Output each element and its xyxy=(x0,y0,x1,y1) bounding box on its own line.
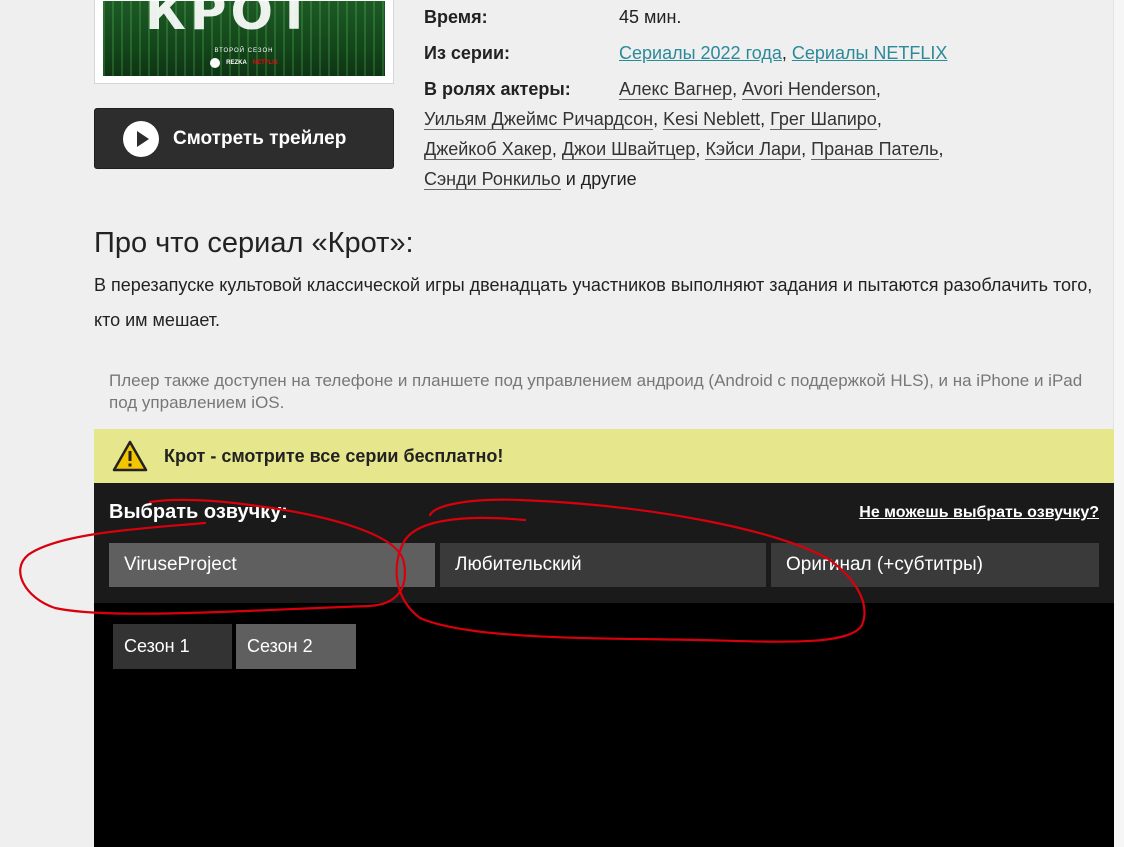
about-title: Про что сериал «Крот»: xyxy=(94,227,414,259)
season-tab-1[interactable]: Сезон 1 xyxy=(113,624,232,669)
poster-image: КРОТ ВТОРОЙ СЕЗОН REZKA NETFLIX xyxy=(103,1,385,76)
time-label: Время: xyxy=(424,7,488,27)
actor-link[interactable]: Avori Henderson xyxy=(742,79,876,100)
series-links: Сериалы 2022 года, Сериалы NETFLIX xyxy=(619,43,948,63)
warning-banner: Крот - смотрите все серии бесплатно! xyxy=(94,429,1114,483)
translator-option-amateur[interactable]: Любительский xyxy=(440,543,766,587)
actor-link[interactable]: Пранав Патель xyxy=(811,139,939,160)
about-text: В перезапуске культовой классической игр… xyxy=(94,275,1093,330)
actor-link[interactable]: Уильям Джеймс Ричардсон xyxy=(424,109,654,130)
actor-link[interactable]: Кэйси Лари xyxy=(705,139,802,160)
translator-option-original[interactable]: Оригинал (+субтитры) xyxy=(771,543,1099,587)
series-link-2022[interactable]: Сериалы 2022 года xyxy=(619,43,782,63)
actor-link[interactable]: Грег Шапиро xyxy=(770,109,877,130)
actors-line-2: Уильям Джеймс Ричардсон, Kesi Neblett, Г… xyxy=(424,109,882,130)
actor-link[interactable]: Джейкоб Хакер xyxy=(424,139,552,160)
poster-logo-netflix: NETFLIX xyxy=(252,60,278,66)
translator-help-link[interactable]: Не можешь выбрать озвучку? xyxy=(859,504,1099,522)
poster-logos: REZKA NETFLIX xyxy=(103,58,385,68)
actors-line-1: Алекс Вагнер, Avori Henderson, xyxy=(619,79,881,100)
actor-link[interactable]: Джои Швайтцер xyxy=(561,139,696,160)
actors-line-4: Сэнди Ронкильо и другие xyxy=(424,169,637,190)
play-icon xyxy=(123,120,159,157)
actors-line-3: Джейкоб Хакер, Джои Швайтцер, Кэйси Лари… xyxy=(424,139,944,160)
watch-trailer-label: Смотреть трейлер xyxy=(173,127,347,149)
translator-panel: Выбрать озвучку: Не можешь выбрать озвуч… xyxy=(94,483,1114,603)
actor-link[interactable]: Kesi Neblett xyxy=(663,109,761,130)
translator-title: Выбрать озвучку: xyxy=(109,501,288,523)
actor-link[interactable]: Сэнди Ронкильо xyxy=(424,169,561,190)
poster: КРОТ ВТОРОЙ СЕЗОН REZKA NETFLIX xyxy=(94,0,394,84)
player-area: Выбрать озвучку: Не можешь выбрать озвуч… xyxy=(94,483,1114,847)
warning-icon xyxy=(112,440,148,472)
watch-trailer-button[interactable]: Смотреть трейлер xyxy=(94,108,394,169)
poster-season-text: ВТОРОЙ СЕЗОН xyxy=(214,48,274,54)
time-value: 45 мин. xyxy=(619,7,682,27)
actor-link[interactable]: Алекс Вагнер xyxy=(619,79,733,100)
poster-title: КРОТ xyxy=(145,1,316,41)
page-scrollbar[interactable] xyxy=(1113,0,1124,847)
series-link-netflix[interactable]: Сериалы NETFLIX xyxy=(792,43,948,63)
hdrezka-logo-icon xyxy=(210,58,221,68)
actors-label: В ролях актеры: xyxy=(424,79,571,99)
translator-option-viruseproject[interactable]: ViruseProject xyxy=(109,543,435,587)
warning-text: Крот - смотрите все серии бесплатно! xyxy=(164,445,504,466)
season-tab-2[interactable]: Сезон 2 xyxy=(236,624,356,669)
series-label: Из серии: xyxy=(424,43,511,63)
actors-more: и другие xyxy=(565,169,637,189)
player-note: Плеер также доступен на телефоне и планш… xyxy=(109,371,1083,412)
poster-logo-hdrezka: REZKA xyxy=(226,60,247,66)
